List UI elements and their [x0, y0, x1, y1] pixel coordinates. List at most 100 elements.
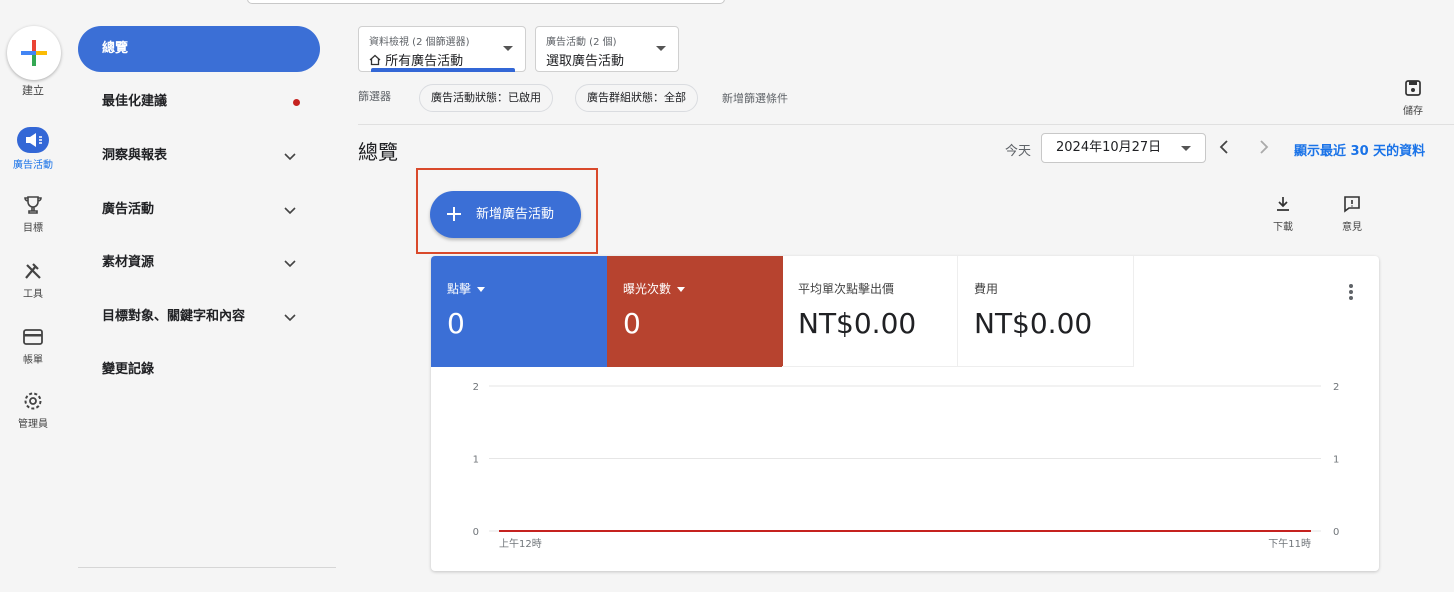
feedback-icon — [1344, 196, 1360, 213]
metric-avg-cpc[interactable]: 平均單次點擊出價 NT$0.00 — [782, 256, 958, 367]
caret-down-icon — [503, 46, 513, 51]
create-label: 建立 — [22, 84, 44, 97]
save-icon — [1405, 80, 1421, 96]
rail-item-goals[interactable]: 目標 — [0, 194, 66, 234]
x-tick-label: 上午12時 — [499, 537, 542, 550]
nav-label-recommendations: 最佳化建議 — [102, 94, 168, 109]
divider — [358, 124, 1454, 125]
nav-item-recommendations[interactable]: 最佳化建議 — [78, 79, 320, 125]
metric-cost[interactable]: 費用 NT$0.00 — [958, 256, 1134, 367]
rail-label-goals: 目標 — [23, 223, 43, 234]
nav-label-audiences: 目標對象、關鍵字和內容 — [102, 309, 246, 324]
y-tick-label-left: 1 — [473, 455, 479, 466]
caret-down-icon — [1181, 146, 1191, 151]
rail-item-campaigns[interactable]: 廣告活動 — [0, 127, 66, 171]
caret-down-icon — [677, 287, 686, 292]
metric-avg-cpc-value: NT$0.00 — [798, 307, 917, 340]
metric-impressions-label: 曝光次數 — [623, 280, 767, 297]
active-indicator — [371, 68, 515, 72]
nav-item-change-history[interactable]: 變更記錄 — [78, 347, 320, 393]
nav-item-assets[interactable]: 素材資源 — [78, 240, 320, 286]
save-button[interactable]: 儲存 — [1398, 78, 1428, 117]
chevron-down-icon — [284, 153, 296, 161]
y-tick-label-left: 2 — [473, 382, 479, 393]
y-tick-label-right: 0 — [1333, 527, 1339, 538]
nav-item-insights[interactable]: 洞察與報表 — [78, 133, 320, 179]
left-rail: 建立 廣告活動 目標 工具 帳單 管理員 — [0, 0, 66, 592]
campaign-value: 選取廣告活動 — [546, 54, 625, 69]
today-label: 今天 — [1005, 144, 1032, 159]
plus-icon — [447, 207, 461, 221]
tools-icon — [25, 263, 41, 279]
nav-item-overview[interactable]: 總覽 — [78, 26, 320, 72]
metric-cost-label: 費用 — [974, 282, 999, 296]
filter-label: 篩選器 — [358, 90, 391, 103]
add-filter-link[interactable]: 新增篩選條件 — [722, 90, 788, 106]
metric-clicks-label: 點擊 — [447, 280, 591, 297]
nav-label-overview: 總覽 — [102, 41, 129, 56]
feedback-label: 意見 — [1342, 222, 1362, 233]
date-range-dropdown[interactable]: 2024年10月27日 — [1041, 133, 1206, 163]
chevron-left-icon[interactable] — [1216, 138, 1234, 156]
filter-chip-adgroup-status[interactable]: 廣告群組狀態：全部 — [575, 84, 698, 112]
data-view-value: 所有廣告活動 — [369, 50, 515, 69]
rail-label-campaigns: 廣告活動 — [13, 160, 53, 171]
metric-avg-cpc-label: 平均單次點擊出價 — [798, 282, 895, 296]
nav-label-change-history: 變更記錄 — [102, 362, 155, 377]
nav-item-campaigns[interactable]: 廣告活動 — [78, 187, 320, 233]
y-tick-label-right: 2 — [1333, 382, 1339, 393]
chevron-down-icon — [284, 207, 296, 215]
metric-impressions-value: 0 — [623, 307, 641, 340]
download-button[interactable]: 下載 — [1263, 194, 1303, 233]
side-nav: 總覽 最佳化建議 洞察與報表 廣告活動 素材資源 目標對象、關鍵字和內容 變更記… — [78, 0, 336, 592]
save-label: 儲存 — [1403, 106, 1423, 117]
rail-label-tools: 工具 — [23, 289, 43, 300]
trophy-icon — [24, 196, 42, 214]
credit-card-icon — [23, 329, 43, 345]
chevron-right-icon[interactable] — [1254, 138, 1272, 156]
metric-impressions[interactable]: 曝光次數 0 — [607, 256, 783, 367]
chevron-down-icon — [284, 260, 296, 268]
more-options-icon[interactable] — [1349, 284, 1353, 302]
date-value: 2024年10月27日 — [1056, 140, 1162, 155]
filter-chip-campaign-status[interactable]: 廣告活動狀態：已啟用 — [419, 84, 553, 112]
y-tick-label-right: 1 — [1333, 455, 1339, 466]
new-campaign-button[interactable]: 新增廣告活動 — [430, 191, 581, 238]
nav-label-assets: 素材資源 — [102, 255, 155, 270]
gear-icon — [24, 392, 42, 410]
new-campaign-label: 新增廣告活動 — [476, 207, 555, 222]
data-view-text: 所有廣告活動 — [385, 54, 464, 69]
data-view-caption: 資料檢視 (2 個篩選器) — [369, 37, 470, 48]
feedback-button[interactable]: 意見 — [1332, 194, 1372, 233]
megaphone-icon — [17, 127, 49, 153]
metric-clicks-value: 0 — [447, 307, 465, 340]
rail-item-billing[interactable]: 帳單 — [0, 326, 66, 366]
create-button[interactable] — [7, 26, 61, 80]
metric-cost-value: NT$0.00 — [974, 307, 1093, 340]
rail-label-billing: 帳單 — [23, 355, 43, 366]
show-last-30-days-link[interactable]: 顯示最近 30 天的資料 — [1294, 140, 1425, 159]
performance-card: 點擊 0 曝光次數 0 平均單次點擊出價 NT$0.00 費用 NT$0.00 … — [431, 256, 1379, 571]
rail-label-admin: 管理員 — [18, 419, 48, 430]
metric-clicks[interactable]: 點擊 0 — [431, 256, 607, 367]
notification-dot — [293, 99, 300, 106]
home-icon — [369, 54, 381, 66]
chevron-down-icon — [284, 314, 296, 322]
plus-icon — [21, 40, 47, 66]
download-icon — [1277, 197, 1289, 211]
page-title: 總覽 — [358, 140, 398, 164]
x-tick-label: 下午11時 — [1268, 537, 1311, 550]
campaign-caption: 廣告活動 (2 個) — [546, 37, 617, 48]
campaign-dropdown[interactable]: 廣告活動 (2 個) 選取廣告活動 — [535, 26, 679, 72]
nav-label-campaigns: 廣告活動 — [102, 202, 155, 217]
data-view-dropdown[interactable]: 資料檢視 (2 個篩選器) 所有廣告活動 — [358, 26, 526, 72]
caret-down-icon — [656, 46, 666, 51]
rail-item-tools[interactable]: 工具 — [0, 260, 66, 300]
download-label: 下載 — [1273, 222, 1293, 233]
performance-chart: 2 2 1 1 0 0 上午12時 下午11時 — [473, 382, 1340, 550]
nav-label-insights: 洞察與報表 — [102, 148, 168, 163]
rail-item-admin[interactable]: 管理員 — [0, 390, 66, 430]
nav-item-audiences[interactable]: 目標對象、關鍵字和內容 — [78, 294, 320, 340]
y-tick-label-left: 0 — [473, 527, 479, 538]
caret-down-icon — [477, 287, 486, 292]
